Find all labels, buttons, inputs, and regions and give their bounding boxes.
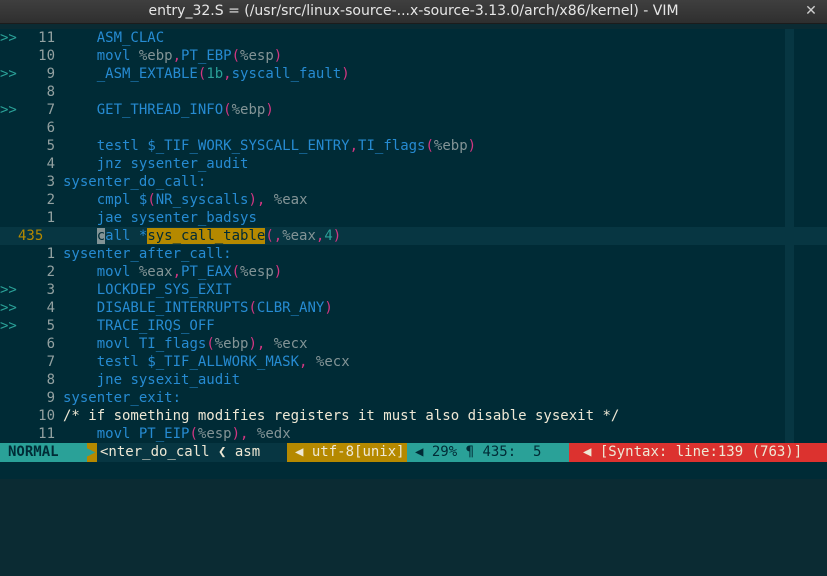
code-line[interactable]: 4 jnz sysenter_audit xyxy=(0,155,827,173)
code-line[interactable]: 10 movl %ebp,PT_EBP(%esp) xyxy=(0,47,827,65)
line-text: testl $_TIF_WORK_SYSCALL_ENTRY,TI_flags(… xyxy=(96,138,477,154)
line-text: movl %eax,PT_EAX(%esp) xyxy=(96,264,283,280)
line-text: /* if something modifies registers it mu… xyxy=(63,408,620,424)
line-number: 3 xyxy=(46,282,55,298)
close-icon[interactable]: ✕ xyxy=(803,0,819,23)
line-number: 4 xyxy=(46,156,55,172)
line-text: jnz sysenter_audit xyxy=(96,156,249,172)
file-encoding: ◀ utf-8[unix] xyxy=(287,443,407,462)
position-label: 29% ¶ 435: 5 xyxy=(431,444,542,460)
code-line[interactable]: >> 7 GET_THREAD_INFO(%ebp) xyxy=(0,101,827,119)
line-number: 11 xyxy=(38,426,55,442)
line-number: 435 xyxy=(18,228,44,244)
line-number: 2 xyxy=(46,264,55,280)
code-line[interactable]: 6 movl TI_flags(%ebp), %ecx xyxy=(0,335,827,353)
code-line[interactable]: 9 sysenter_exit: xyxy=(0,389,827,407)
line-text: cmpl $(NR_syscalls), %eax xyxy=(96,192,308,208)
line-text: sysenter_after_call: xyxy=(63,246,232,262)
line-text: jne sysexit_audit xyxy=(96,372,241,388)
window-titlebar: entry_32.S = (/usr/src/linux-source-...x… xyxy=(0,0,827,24)
mode-indicator: NORMAL xyxy=(0,443,87,462)
encoding-separator: ◀ xyxy=(295,444,304,460)
code-line[interactable]: 3 sysenter_do_call: xyxy=(0,173,827,191)
syntax-label: [Syntax: line:139 (763)] xyxy=(599,444,803,460)
syntax-separator: ◀ xyxy=(583,444,592,460)
statusline-context: <nter_do_call ❮ asm xyxy=(97,443,290,462)
code-line[interactable]: 1 jae sysenter_badsys xyxy=(0,209,827,227)
code-line[interactable]: 11 movl PT_EIP(%esp), %edx xyxy=(0,425,827,443)
statusline-separator: ▶ xyxy=(87,443,97,462)
line-number: 1 xyxy=(46,246,55,262)
line-text: jae sysenter_badsys xyxy=(96,210,257,226)
line-text: GET_THREAD_INFO(%ebp) xyxy=(96,102,274,118)
line-text: TRACE_IRQS_OFF xyxy=(96,318,215,334)
line-text: sysenter_do_call: xyxy=(63,174,207,190)
line-number: 8 xyxy=(46,372,55,388)
line-number: 5 xyxy=(46,138,55,154)
line-text: sysenter_exit: xyxy=(63,390,182,406)
line-text: _ASM_EXTABLE(1b,syscall_fault) xyxy=(96,66,350,82)
code-line[interactable]: 5 testl $_TIF_WORK_SYSCALL_ENTRY,TI_flag… xyxy=(0,137,827,155)
line-number: 9 xyxy=(46,66,55,82)
line-number: 6 xyxy=(46,336,55,352)
line-number: 5 xyxy=(46,318,55,334)
code-line[interactable]: 2 cmpl $(NR_syscalls), %eax xyxy=(0,191,827,209)
cursor-position: ◀ 29% ¶ 435: 5 xyxy=(407,443,569,462)
code-line[interactable]: 2 movl %eax,PT_EAX(%esp) xyxy=(0,263,827,281)
code-line[interactable]: >> 11 ASM_CLAC xyxy=(0,29,827,47)
line-number: 2 xyxy=(46,192,55,208)
line-number: 3 xyxy=(46,174,55,190)
line-text: DISABLE_INTERRUPTS(CLBR_ANY) xyxy=(96,300,333,316)
line-number: 7 xyxy=(46,354,55,370)
line-number: 6 xyxy=(46,120,55,136)
line-number: 1 xyxy=(46,210,55,226)
position-separator: ◀ xyxy=(415,444,424,460)
editor-pane[interactable]: >> 11 ASM_CLAC 10 movl %ebp,PT_EBP(%esp) >>… xyxy=(0,29,827,443)
command-line[interactable] xyxy=(0,462,827,479)
line-number: 10 xyxy=(38,48,55,64)
line-number: 8 xyxy=(46,84,55,100)
line-number: 10 xyxy=(38,408,55,424)
line-text: ASM_CLAC xyxy=(96,30,165,46)
code-line[interactable]: 1 sysenter_after_call: xyxy=(0,245,827,263)
code-line[interactable]: 8 jne sysexit_audit xyxy=(0,371,827,389)
syntax-warning: ◀ [Syntax: line:139 (763)] xyxy=(569,443,827,462)
encoding-label: utf-8[unix] xyxy=(311,444,405,460)
code-line[interactable]: >> 9 _ASM_EXTABLE(1b,syscall_fault) xyxy=(0,65,827,83)
current-code-line[interactable]: 435 call *sys_call_table(,%eax,4) xyxy=(0,227,827,245)
code-line[interactable]: 10 /* if something modifies registers it … xyxy=(0,407,827,425)
line-text: movl PT_EIP(%esp), %edx xyxy=(96,426,291,442)
line-text: testl $_TIF_ALLWORK_MASK, %ecx xyxy=(96,354,350,370)
code-line[interactable]: 8 xyxy=(0,83,827,101)
line-text: LOCKDEP_SYS_EXIT xyxy=(96,282,232,298)
code-line[interactable]: >> 3 LOCKDEP_SYS_EXIT xyxy=(0,281,827,299)
code-line[interactable]: 6 xyxy=(0,119,827,137)
line-text: movl TI_flags(%ebp), %ecx xyxy=(96,336,308,352)
code-line[interactable]: 7 testl $_TIF_ALLWORK_MASK, %ecx xyxy=(0,353,827,371)
line-text: movl %ebp,PT_EBP(%esp) xyxy=(96,48,283,64)
line-number: 4 xyxy=(46,300,55,316)
window-title: entry_32.S = (/usr/src/linux-source-...x… xyxy=(148,3,679,19)
line-number: 9 xyxy=(46,390,55,406)
statusline: NORMAL ▶ <nter_do_call ❮ asm ◀ utf-8[uni… xyxy=(0,443,827,462)
line-number: 7 xyxy=(46,102,55,118)
code-line[interactable]: >> 4 DISABLE_INTERRUPTS(CLBR_ANY) xyxy=(0,299,827,317)
code-line[interactable]: >> 5 TRACE_IRQS_OFF xyxy=(0,317,827,335)
line-text: call *sys_call_table(,%eax,4) xyxy=(96,228,342,244)
line-number: 11 xyxy=(38,30,55,46)
